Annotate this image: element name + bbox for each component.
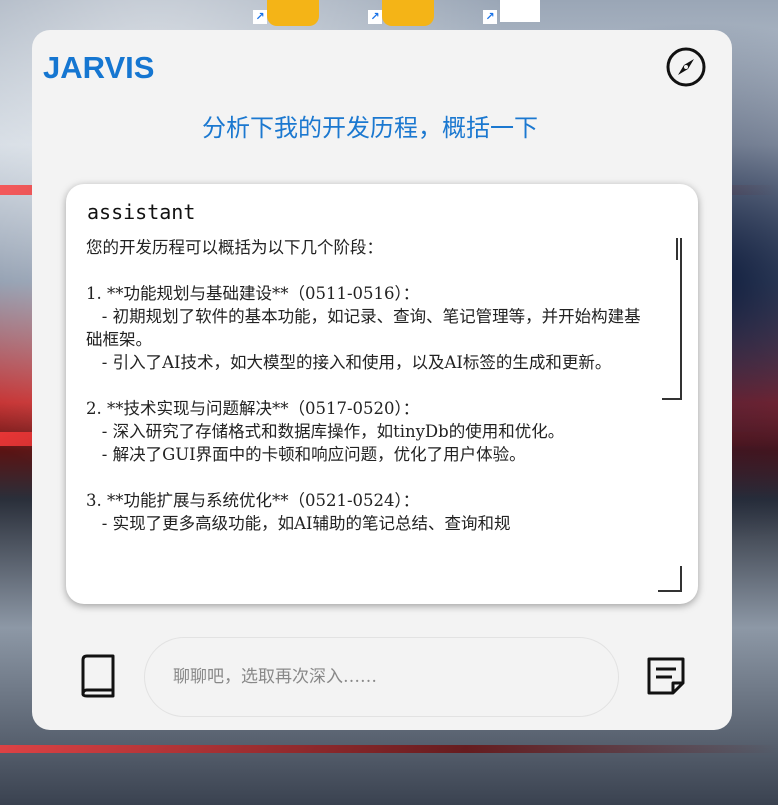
scroll-thumb-edge: [676, 238, 684, 260]
message-line: 3. **功能扩展与系统优化**（0521-0524）：: [86, 491, 420, 510]
message-line: 您的开发历程可以概括为以下几个阶段：: [86, 238, 383, 257]
scroll-end-marker: [658, 566, 682, 592]
book-icon: [81, 654, 115, 698]
shortcut-arrow-icon: ↗: [368, 10, 382, 24]
message-line: - 深入研究了存储格式和数据库操作，如tinyDb的使用和优化。: [86, 422, 565, 441]
shortcut-arrow-icon: ↗: [253, 10, 267, 24]
shortcut-arrow-icon: ↗: [483, 10, 497, 24]
message-line: 1. **功能规划与基础建设**（0511-0516）：: [86, 284, 420, 303]
assistant-panel: JARVIS 分析下我的开发历程，概括一下 assistant 您的开发历程可以…: [32, 30, 732, 730]
message-body: 您的开发历程可以概括为以下几个阶段： 1. **功能规划与基础建设**（0511…: [86, 236, 656, 588]
compass-icon: [666, 47, 706, 87]
message-role-label: assistant: [87, 200, 196, 224]
desktop-app-icon[interactable]: [500, 0, 540, 22]
message-line: 2. **技术实现与问题解决**（0517-0520）：: [86, 399, 420, 418]
desktop-app-icon[interactable]: [382, 0, 434, 26]
message-line: - 实现了更多高级功能，如AI辅助的笔记总结、查询和规: [86, 514, 511, 533]
background-stripe: [0, 745, 778, 753]
desktop-app-icon[interactable]: [267, 0, 319, 26]
scroll-thumb[interactable]: [662, 238, 682, 400]
note-button[interactable]: [645, 655, 687, 697]
assistant-message-card: assistant 您的开发历程可以概括为以下几个阶段： 1. **功能规划与基…: [66, 184, 698, 604]
book-button[interactable]: [78, 654, 118, 698]
message-line: - 解决了GUI界面中的卡顿和响应问题，优化了用户体验。: [86, 445, 526, 464]
note-icon: [647, 657, 685, 695]
message-line: - 初期规划了软件的基本功能，如记录、查询、笔记管理等，并开始构建基础框架。: [86, 307, 641, 349]
user-question: 分析下我的开发历程，概括一下: [202, 114, 538, 142]
message-scrollbar[interactable]: [658, 238, 684, 592]
message-line: - 引入了AI技术，如大模型的接入和使用，以及AI标签的生成和更新。: [86, 353, 612, 372]
chat-input[interactable]: [144, 637, 619, 717]
app-title: JARVIS: [43, 50, 155, 85]
compass-button[interactable]: [665, 46, 707, 88]
